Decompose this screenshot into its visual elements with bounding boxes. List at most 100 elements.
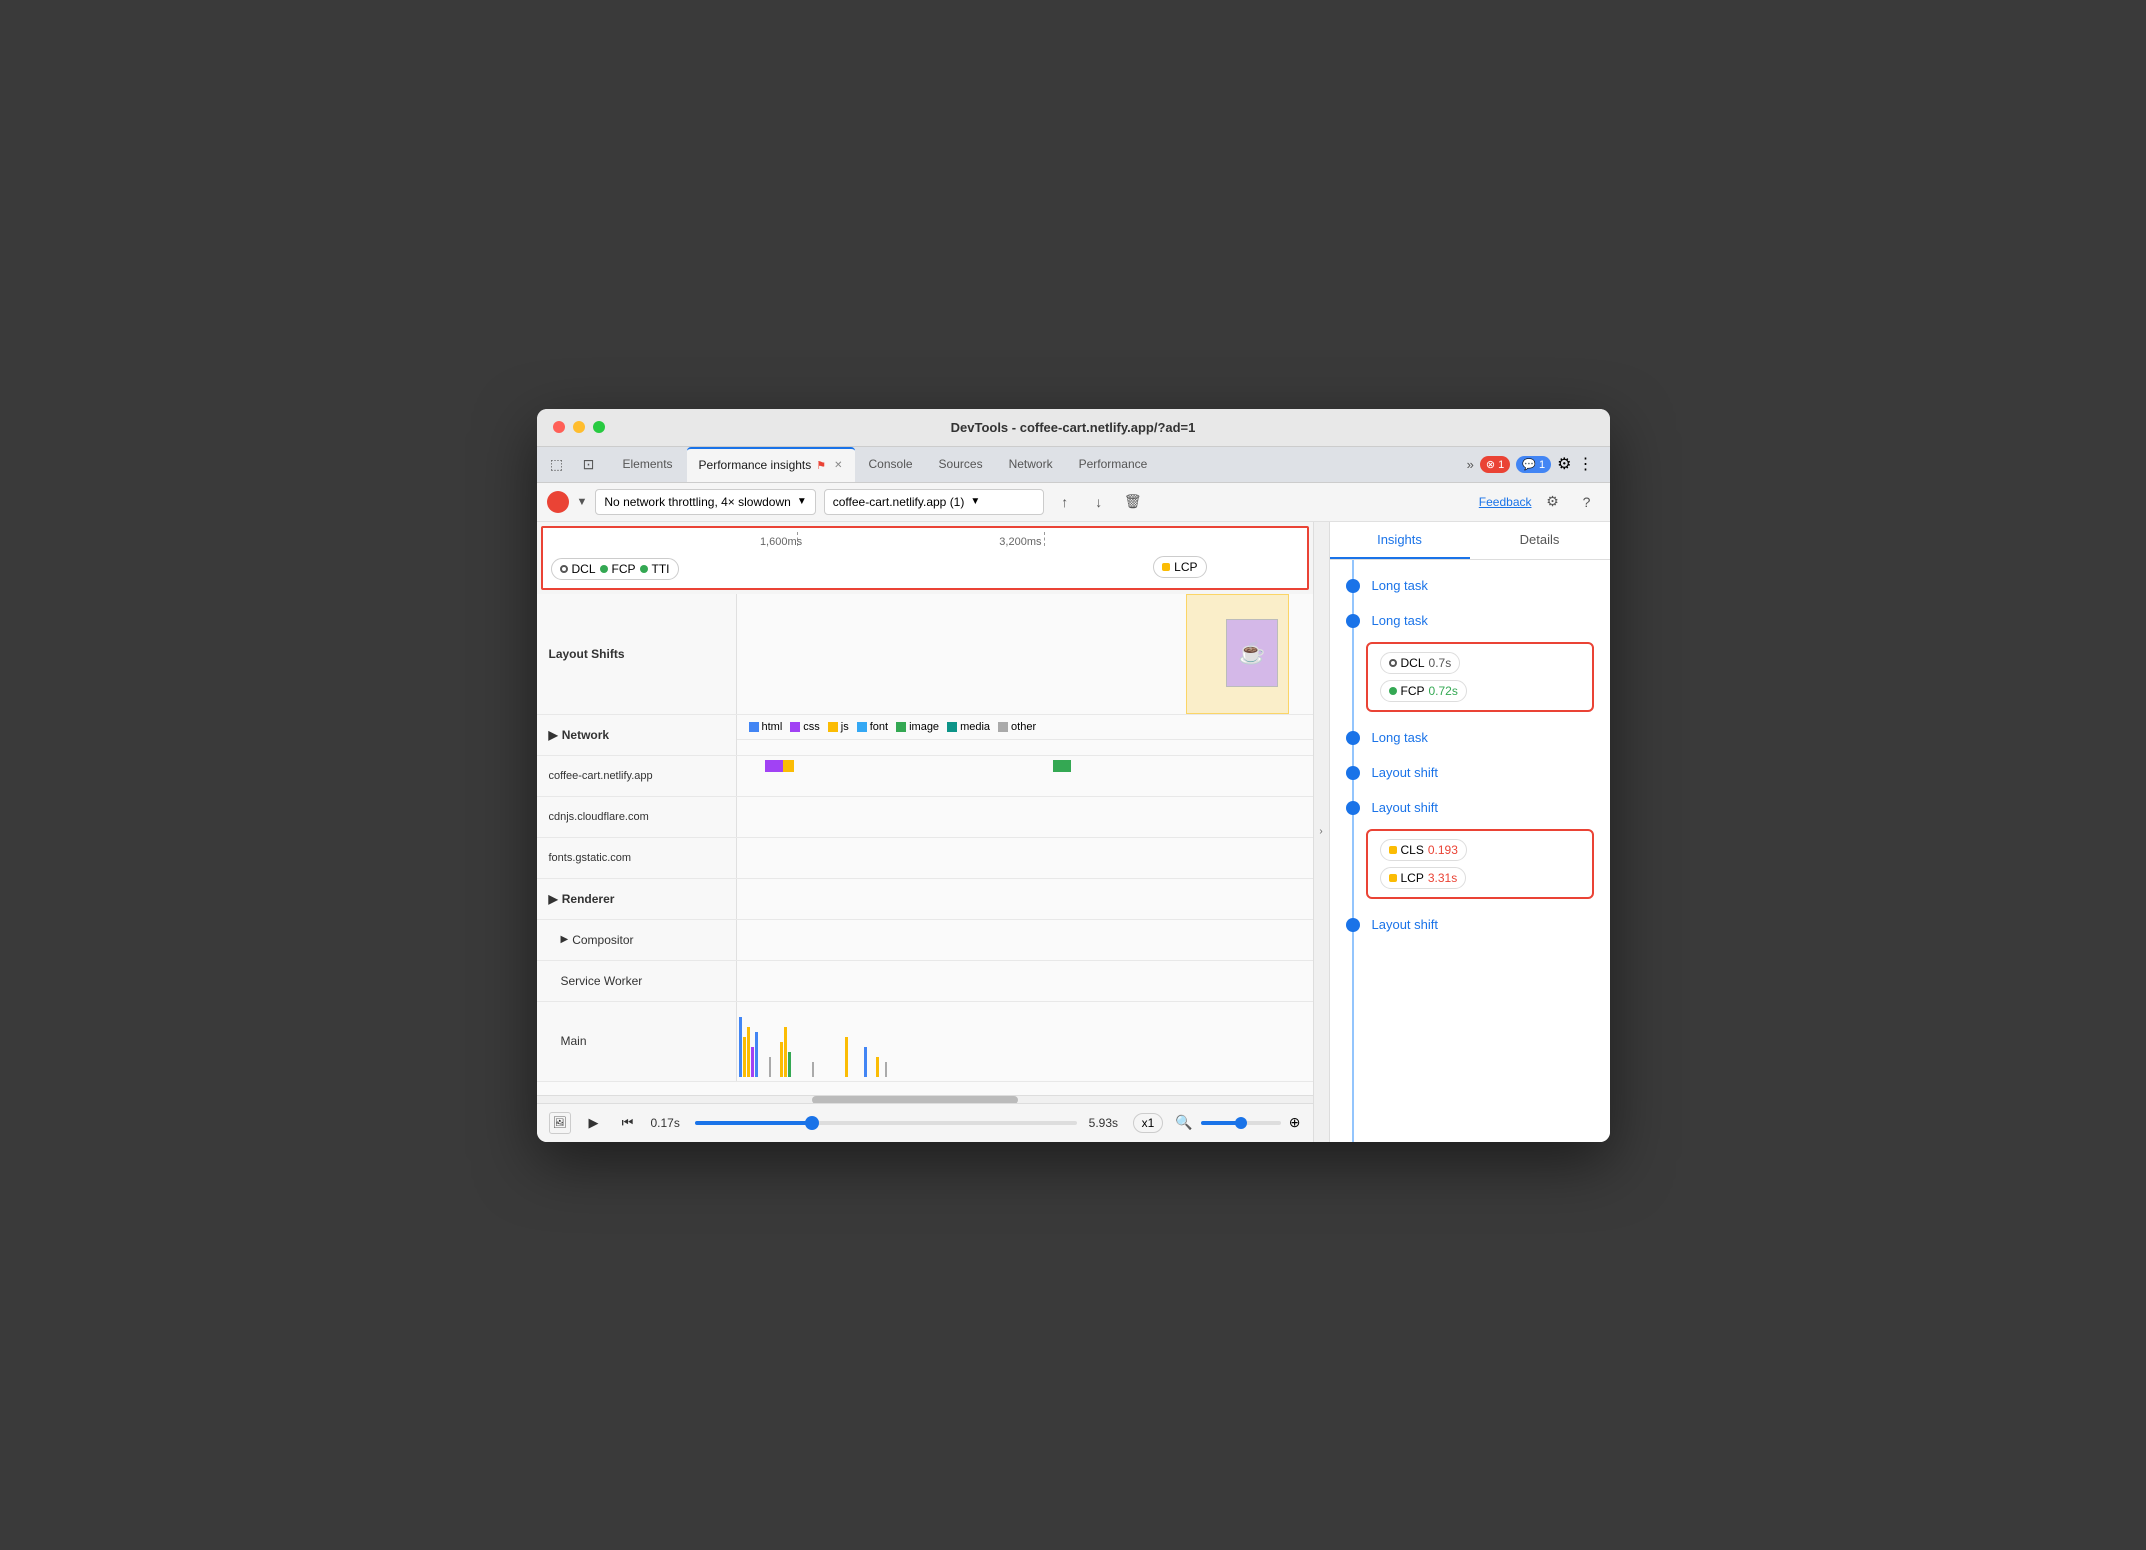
zoom-out-icon[interactable]: 🔍 [1175,1114,1192,1131]
import-icon[interactable]: ↓ [1086,489,1112,515]
network-url-3-label: fonts.gstatic.com [537,838,737,878]
screenshot-toggle-button[interactable]: 🖼 [549,1112,571,1134]
long-task-link-3[interactable]: Long task [1372,730,1428,745]
zoom-in-icon[interactable]: ⊕ [1289,1114,1301,1131]
zoom-controls: 🔍 ⊕ [1175,1114,1300,1131]
fcp-value: 0.72s [1429,684,1458,698]
panel-collapse-button[interactable]: › [1314,522,1330,1142]
skip-to-start-button[interactable]: ⏮ [617,1112,639,1134]
playback-slider[interactable] [695,1121,1077,1125]
timeline-tracks[interactable]: Layout Shifts ☕ ▶ Network [537,594,1313,1095]
legend-html: html [749,721,783,733]
main-label: Main [537,1002,737,1081]
close-button[interactable] [553,421,565,433]
renderer-content [737,879,1313,919]
cursor-icon[interactable]: ⬚ [545,452,569,476]
error-badge: ⊗ 1 [1480,456,1510,473]
compositor-label: ▶ Compositor [537,920,737,960]
dcl-fcp-card: DCL 0.7s FCP 0.72s [1366,642,1594,712]
network-url-2-content [737,797,1313,837]
play-button[interactable]: ▶ [583,1112,605,1134]
network-row-1: coffee-cart.netlify.app [537,756,1313,797]
legend-css: css [790,721,820,733]
layout-shift-link-3[interactable]: Layout shift [1372,917,1439,932]
lcp-metric-row: LCP 3.31s [1380,867,1580,889]
insight-dot-5 [1346,801,1360,815]
main-content: 1,600ms 3,200ms DCL FCP TTI LC [537,522,1610,1142]
maximize-button[interactable] [593,421,605,433]
main-track-content [737,1002,1313,1081]
tab-details[interactable]: Details [1470,522,1610,559]
minimize-button[interactable] [573,421,585,433]
dcl-metric-row: DCL 0.7s [1380,652,1580,674]
feedback-button[interactable]: Feedback [1479,495,1532,509]
more-tabs-icon[interactable]: » [1467,457,1474,472]
network-legend-content: html css js [737,715,1313,755]
record-button[interactable] [547,491,569,513]
service-worker-label: Service Worker [537,961,737,1001]
window-title: DevTools - coffee-cart.netlify.app/?ad=1 [951,420,1196,435]
tab-close-icon[interactable]: ✕ [834,460,842,471]
tab-network[interactable]: Network [997,447,1065,482]
timeline-spine [1352,560,1354,1142]
layout-shift-link-2[interactable]: Layout shift [1372,800,1439,815]
network-url-1-content [737,756,1313,796]
long-task-link-2[interactable]: Long task [1372,613,1428,628]
legend-font: font [857,721,888,733]
dcl-dot [560,565,568,573]
playback-bar: 🖼 ▶ ⏮ 0.17s 5.93s x1 🔍 ⊕ [537,1103,1313,1142]
tab-console[interactable]: Console [857,447,925,482]
tab-sources[interactable]: Sources [927,447,995,482]
layout-shift-thumbnail: ☕ [1226,619,1278,687]
delete-icon[interactable]: 🗑 [1120,489,1146,515]
throttle-select[interactable]: No network throttling, 4× slowdown ▼ [595,489,815,515]
zoom-slider[interactable] [1201,1121,1281,1125]
speed-badge[interactable]: x1 [1133,1113,1164,1133]
throttle-arrow-icon: ▼ [797,496,807,507]
html-legend-dot [749,722,759,732]
record-dropdown-arrow[interactable]: ▼ [577,496,588,508]
long-task-link-1[interactable]: Long task [1372,578,1428,593]
net-bar-js-1 [783,760,795,772]
toolbar: ▼ No network throttling, 4× slowdown ▼ c… [537,483,1610,522]
more-options-icon[interactable]: ⋮ [1578,454,1594,474]
tab-insights[interactable]: Insights [1330,522,1470,559]
image-legend-dot [896,722,906,732]
js-legend-dot [828,722,838,732]
tab-performance-insights[interactable]: Performance insights ⚑ ✕ [687,447,855,482]
fcp-metric-badge: FCP 0.72s [1380,680,1467,702]
legend-other: other [998,721,1036,733]
marker-3200: 3,200ms [999,536,1041,548]
timeline-header: 1,600ms 3,200ms DCL FCP TTI LC [541,526,1309,590]
device-icon[interactable]: ⊡ [577,452,601,476]
tab-elements[interactable]: Elements [611,447,685,482]
insight-dot-3 [1346,731,1360,745]
network-header-track: ▶ Network html css [537,715,1313,756]
main-track: Main [537,1002,1313,1082]
other-legend-dot [998,722,1008,732]
time-start: 0.17s [651,1116,683,1130]
insight-layout-shift-2: Layout shift [1330,790,1610,825]
insights-tabs: Insights Details [1330,522,1610,560]
url-arrow-icon: ▼ [970,496,980,507]
fcp-dot [600,565,608,573]
settings-gear-icon[interactable]: ⚙ [1540,489,1566,515]
cls-value: 0.193 [1428,843,1458,857]
dcl-metric-dot [1389,659,1397,667]
dcl-metric-badge: DCL 0.7s [1380,652,1461,674]
lcp-metric-badge: LCP 3.31s [1380,867,1467,889]
settings-icon[interactable]: ⚙ [1557,454,1571,474]
marker-1600: 1,600ms [760,536,802,548]
layout-shift-link-1[interactable]: Layout shift [1372,765,1439,780]
insights-list: Long task Long task DCL 0.7s [1330,560,1610,1142]
legend-js: js [828,721,849,733]
tab-performance[interactable]: Performance [1067,447,1160,482]
compositor-content [737,920,1313,960]
insight-long-task-3: Long task [1330,720,1610,755]
export-icon[interactable]: ↑ [1052,489,1078,515]
service-worker-content [737,961,1313,1001]
lcp-value: 3.31s [1428,871,1457,885]
help-icon[interactable]: ? [1574,489,1600,515]
horizontal-scrollbar[interactable] [537,1095,1313,1103]
url-select[interactable]: coffee-cart.netlify.app (1) ▼ [824,489,1044,515]
